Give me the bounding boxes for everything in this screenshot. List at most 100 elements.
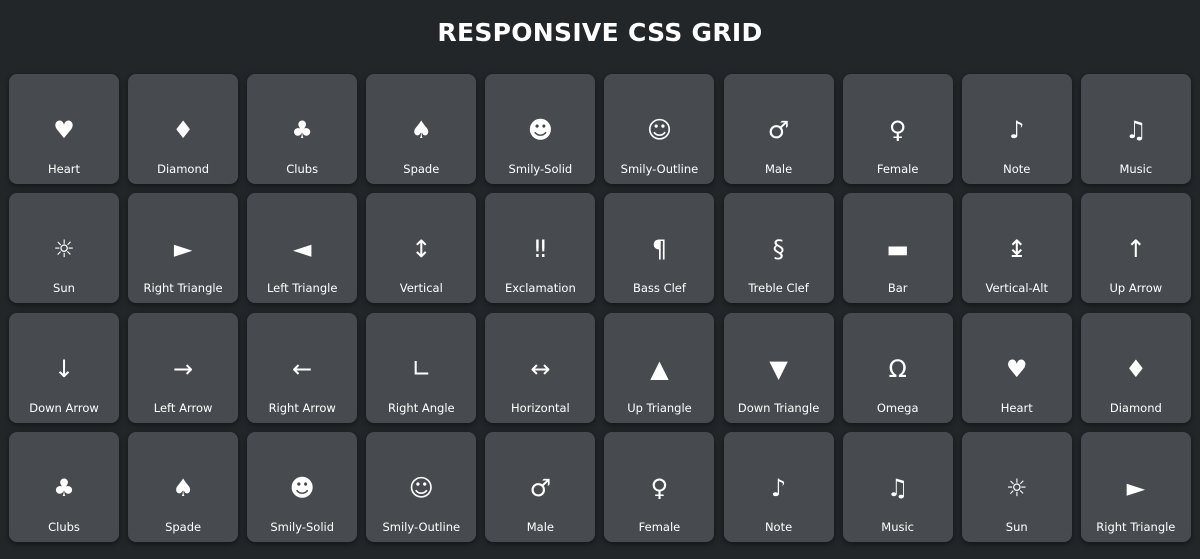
tile-down-arrow[interactable]: ↓ Down Arrow: [9, 312, 119, 423]
tile-label: Vertical-Alt: [985, 281, 1048, 296]
tile-label: Right Triangle: [1096, 519, 1176, 534]
tile-label: Music: [881, 519, 915, 534]
tile-label: Male: [764, 162, 793, 176]
tile-label: Right Arrow: [268, 400, 336, 415]
tile-smily-solid[interactable]: ☻ Smily-Solid: [247, 431, 358, 542]
tile-right-angle[interactable]: ∟ Right Angle: [366, 312, 477, 423]
left-triangle-icon: ◄: [292, 235, 312, 264]
tile-female[interactable]: ♀ Female: [604, 431, 715, 542]
male-icon: ♂: [529, 473, 552, 502]
tile-label: Clubs: [48, 519, 80, 534]
tile-smily-solid[interactable]: ☻ Smily-Solid: [485, 74, 596, 184]
note-icon: ♪: [770, 473, 787, 502]
tile-smily-outline[interactable]: ☺ Smily-Outline: [366, 431, 477, 542]
horizontal-arrow-icon: ↔: [530, 354, 551, 383]
tile-clubs[interactable]: ♣ Clubs: [247, 74, 358, 184]
tile-label: Spade: [165, 519, 202, 534]
tile-up-arrow[interactable]: ↑ Up Arrow: [1080, 193, 1191, 304]
tile-label: Omega: [876, 400, 919, 415]
tile-label: Right Angle: [387, 400, 455, 415]
tile-label: Sun: [53, 281, 75, 296]
smiley-outline-icon: ☺: [408, 473, 434, 502]
tile-note[interactable]: ♪ Note: [723, 431, 834, 542]
tile-female[interactable]: ♀ Female: [842, 74, 953, 184]
left-arrow-icon: ←: [292, 354, 313, 383]
music-icon: ♫: [1125, 116, 1147, 144]
tile-right-triangle[interactable]: ► Right Triangle: [1080, 431, 1191, 542]
omega-icon: Ω: [888, 354, 907, 383]
tile-right-arrow[interactable]: ← Right Arrow: [247, 312, 358, 423]
tile-label: Smily-Solid: [270, 519, 335, 534]
tile-vertical-alt[interactable]: ↨ Vertical-Alt: [961, 193, 1072, 304]
tile-vertical[interactable]: ↕ Vertical: [366, 193, 477, 304]
clubs-icon: ♣: [291, 116, 313, 144]
tile-label: Note: [1003, 162, 1031, 176]
tile-smily-outline[interactable]: ☺ Smily-Outline: [604, 74, 715, 184]
section-sign-icon: §: [772, 235, 785, 264]
tile-clubs[interactable]: ♣ Clubs: [9, 431, 119, 542]
tile-diamond[interactable]: ♦ Diamond: [1080, 312, 1191, 423]
tile-omega[interactable]: Ω Omega: [842, 312, 953, 423]
heart-icon: ♥: [53, 116, 75, 144]
tile-sun[interactable]: ☼ Sun: [961, 431, 1072, 542]
tile-note[interactable]: ♪ Note: [961, 74, 1072, 184]
tile-exclamation[interactable]: ‼ Exclamation: [485, 193, 596, 304]
tile-spade[interactable]: ♠ Spade: [366, 74, 477, 184]
music-icon: ♫: [886, 473, 909, 502]
tile-spade[interactable]: ♠ Spade: [128, 431, 239, 542]
tile-label: Heart: [47, 162, 80, 176]
tile-label: Right Triangle: [143, 281, 223, 296]
tile-label: Smily-Outline: [382, 519, 461, 534]
tile-male[interactable]: ♂ Male: [485, 431, 596, 542]
tile-label: Smily-Outline: [620, 162, 699, 176]
right-triangle-icon: ►: [173, 235, 193, 264]
tile-right-triangle[interactable]: ► Right Triangle: [128, 193, 239, 304]
vertical-arrow-icon: ↕: [411, 235, 432, 264]
smiley-solid-icon: ☻: [289, 473, 315, 502]
tile-label: Note: [764, 519, 793, 534]
female-icon: ♀: [650, 473, 669, 502]
right-arrow-icon: →: [173, 354, 194, 383]
tile-label: Diamond: [157, 162, 210, 176]
tile-label: Left Triangle: [266, 281, 338, 296]
tile-male[interactable]: ♂ Male: [723, 74, 834, 184]
tile-label: Music: [1119, 162, 1153, 176]
double-exclamation-icon: ‼: [534, 235, 547, 264]
sun-icon: ☼: [53, 235, 75, 264]
tile-heart[interactable]: ♥ Heart: [961, 312, 1072, 423]
tile-sun[interactable]: ☼ Sun: [9, 193, 119, 304]
tile-label: Bar: [887, 281, 908, 296]
tile-left-triangle[interactable]: ◄ Left Triangle: [247, 193, 358, 304]
tile-label: Vertical: [399, 281, 443, 296]
down-arrow-icon: ↓: [53, 354, 75, 383]
up-triangle-icon: ▲: [650, 354, 669, 383]
tile-bass-clef[interactable]: ¶ Bass Clef: [604, 193, 715, 304]
tile-music[interactable]: ♫ Music: [842, 431, 953, 542]
right-angle-icon: ∟: [411, 354, 432, 383]
tile-up-triangle[interactable]: ▲ Up Triangle: [604, 312, 715, 423]
page: RESPONSIVE CSS GRID ♥ Heart ♦ Diamond ♣ Clubs…: [0, 0, 1200, 559]
tile-horizontal[interactable]: ↔ Horizontal: [485, 312, 596, 423]
tile-label: Sun: [1005, 519, 1028, 534]
pilcrow-icon: ¶: [651, 235, 668, 264]
tile-bar[interactable]: ▬ Bar: [842, 193, 953, 304]
vertical-alt-arrow-icon: ↨: [1006, 235, 1027, 264]
note-icon: ♪: [1009, 116, 1025, 144]
smiley-solid-icon: ☻: [527, 116, 553, 144]
tile-down-triangle[interactable]: ▼ Down Triangle: [723, 312, 834, 423]
tile-diamond[interactable]: ♦ Diamond: [128, 74, 239, 184]
tile-treble-clef[interactable]: § Treble Clef: [723, 193, 834, 304]
tile-music[interactable]: ♫ Music: [1080, 74, 1191, 184]
bar-icon: ▬: [886, 235, 909, 264]
tile-label: Down Triangle: [737, 400, 820, 415]
tile-label: Female: [638, 519, 681, 534]
tile-heart[interactable]: ♥ Heart: [9, 74, 119, 184]
tile-label: Up Arrow: [1109, 281, 1163, 296]
heart-icon: ♥: [1005, 354, 1028, 383]
tile-label: Down Arrow: [29, 400, 99, 415]
tile-label: Female: [876, 162, 919, 176]
spade-icon: ♠: [410, 116, 433, 144]
tile-label: Heart: [1000, 400, 1033, 415]
diamond-icon: ♦: [1125, 354, 1147, 383]
tile-left-arrow[interactable]: → Left Arrow: [128, 312, 239, 423]
